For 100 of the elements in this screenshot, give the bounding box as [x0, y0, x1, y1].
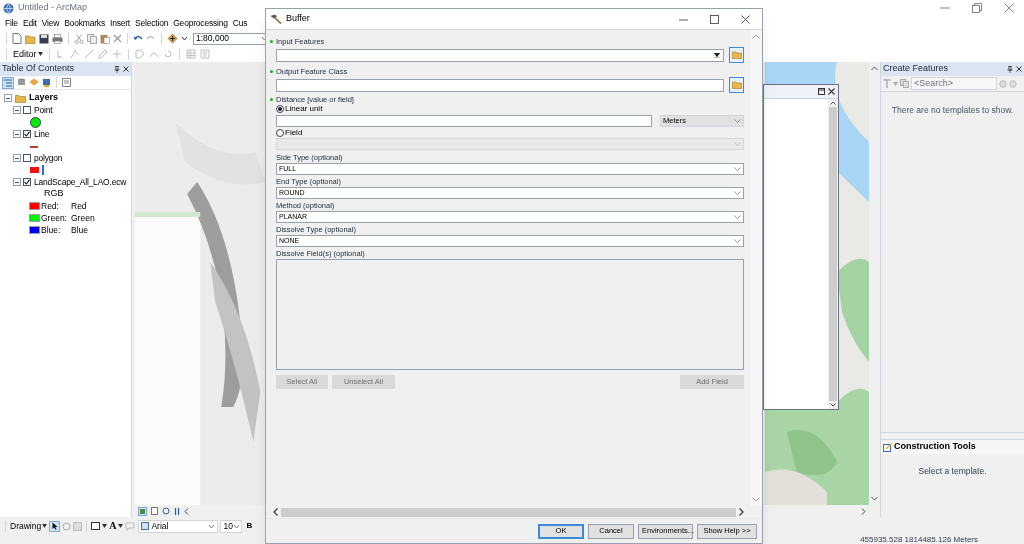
- restore-icon[interactable]: [972, 3, 982, 13]
- close-icon[interactable]: [741, 14, 750, 24]
- layer-group-label[interactable]: Layers: [29, 91, 59, 105]
- band-value: Green: [71, 211, 95, 225]
- search-field[interactable]: <Search>: [911, 77, 997, 90]
- construction-tools-icon: [883, 442, 892, 452]
- data-view-icon[interactable]: [140, 508, 145, 514]
- horizontal-scrollbar[interactable]: [281, 507, 736, 517]
- editor-menu-button[interactable]: Editor: [13, 49, 43, 59]
- collapse-icon[interactable]: [13, 154, 21, 162]
- list-by-drawing-order-icon[interactable]: [4, 78, 12, 87]
- scroll-down-icon[interactable]: [830, 403, 836, 407]
- collapse-icon[interactable]: [4, 94, 12, 102]
- checkbox[interactable]: [23, 154, 31, 162]
- layer-name[interactable]: Line: [34, 127, 50, 141]
- list-by-source-icon[interactable]: [17, 78, 26, 87]
- sketch-properties-icon[interactable]: [199, 49, 210, 59]
- menu-item[interactable]: Bookmarks: [64, 17, 105, 30]
- checkbox[interactable]: [23, 178, 31, 186]
- checkbox[interactable]: [23, 130, 31, 138]
- bold-button[interactable]: B: [246, 522, 253, 530]
- caret-icon[interactable]: [42, 524, 48, 528]
- layer-name[interactable]: polygon: [34, 151, 63, 165]
- new-document-icon[interactable]: [12, 33, 22, 44]
- table-icon[interactable]: [185, 49, 196, 59]
- dropdown-arrow-icon: [714, 52, 720, 58]
- collapse-icon[interactable]: [13, 106, 21, 114]
- vertex-icon[interactable]: [69, 49, 80, 59]
- collapse-icon[interactable]: [13, 178, 21, 186]
- save-icon[interactable]: [39, 33, 49, 44]
- window-title: Untitled - ArcMap: [18, 1, 88, 15]
- paste-icon[interactable]: [100, 33, 110, 44]
- band-label: Blue:: [41, 223, 62, 237]
- input-combo[interactable]: [276, 48, 724, 62]
- add-data-icon[interactable]: [167, 33, 178, 44]
- close-icon[interactable]: [123, 66, 129, 72]
- caret-icon[interactable]: [118, 524, 124, 528]
- caret-icon[interactable]: [181, 36, 188, 41]
- copy-icon[interactable]: [87, 33, 97, 44]
- list-by-visibility-icon[interactable]: [29, 78, 39, 87]
- scroll-left-icon[interactable]: [273, 508, 278, 516]
- distance-field[interactable]: [276, 115, 652, 127]
- text-tool-button[interactable]: A: [109, 521, 117, 531]
- rotate-icon[interactable]: [162, 49, 173, 59]
- scroll-right-icon[interactable]: [739, 508, 744, 516]
- hammer-icon: [270, 14, 282, 24]
- browse-button[interactable]: [729, 47, 744, 63]
- caret-icon[interactable]: [102, 524, 108, 528]
- pencil-icon[interactable]: [97, 49, 108, 59]
- layer-name[interactable]: Point: [34, 103, 53, 117]
- close-icon[interactable]: [828, 88, 835, 95]
- maximize-icon[interactable]: [818, 88, 825, 95]
- field-list[interactable]: [276, 259, 744, 370]
- maximize-icon[interactable]: [710, 14, 719, 24]
- print-icon[interactable]: [52, 33, 63, 44]
- menu-item[interactable]: Geoprocessing: [173, 17, 228, 30]
- zoom-to-icon[interactable]: [73, 521, 83, 531]
- reshape-icon[interactable]: [148, 49, 159, 59]
- menu-item[interactable]: View: [41, 17, 60, 30]
- radio-button[interactable]: Linear unit: [276, 105, 323, 113]
- menu-item[interactable]: Cus: [232, 17, 248, 30]
- pin-icon[interactable]: [114, 65, 120, 73]
- checkbox[interactable]: [23, 106, 31, 114]
- band-value: Blue: [71, 223, 88, 237]
- browse-button[interactable]: [729, 77, 744, 93]
- scrollbar[interactable]: [828, 99, 838, 409]
- scroll-up-icon[interactable]: [830, 101, 836, 105]
- radio-button[interactable]: Field: [276, 129, 303, 137]
- undo-icon[interactable]: [133, 34, 143, 43]
- layer-name[interactable]: LandScape_All_LAO.ecw: [34, 175, 127, 189]
- line-tool-icon[interactable]: [83, 49, 94, 59]
- input-field[interactable]: [276, 78, 724, 92]
- options-icon[interactable]: [62, 78, 71, 87]
- font-size-combo[interactable]: 10: [220, 519, 243, 533]
- layout-view-icon[interactable]: [151, 507, 158, 515]
- drawing-menu-button[interactable]: Drawing: [10, 521, 48, 531]
- rotate-icon[interactable]: [62, 521, 72, 531]
- open-folder-icon: [731, 51, 742, 59]
- menu-item[interactable]: File: [5, 17, 18, 30]
- refresh-icon[interactable]: [162, 507, 170, 515]
- menu-item[interactable]: Selection: [135, 17, 169, 30]
- polygon-tool-icon[interactable]: [134, 49, 145, 59]
- menu-item[interactable]: Insert: [109, 17, 131, 30]
- caret-icon[interactable]: [37, 52, 43, 56]
- renderer-label: RGB: [44, 187, 64, 201]
- delete-icon[interactable]: [113, 34, 122, 43]
- collapse-icon[interactable]: [13, 130, 21, 138]
- pin-icon[interactable]: [1007, 65, 1013, 73]
- font-combo[interactable]: Arial: [138, 519, 219, 533]
- organize-templates-icon[interactable]: [883, 79, 891, 88]
- pointer-icon[interactable]: [51, 522, 58, 530]
- scissors-icon[interactable]: [74, 33, 84, 44]
- chevron-down-icon: [734, 119, 741, 123]
- copy-icon[interactable]: [900, 79, 909, 88]
- rectangle-icon[interactable]: [91, 522, 101, 530]
- close-icon[interactable]: [1016, 66, 1022, 72]
- list-by-selection-icon[interactable]: [42, 77, 51, 88]
- menu-item[interactable]: Edit: [22, 17, 37, 30]
- pause-icon[interactable]: [174, 507, 180, 515]
- split-icon[interactable]: [111, 49, 122, 59]
